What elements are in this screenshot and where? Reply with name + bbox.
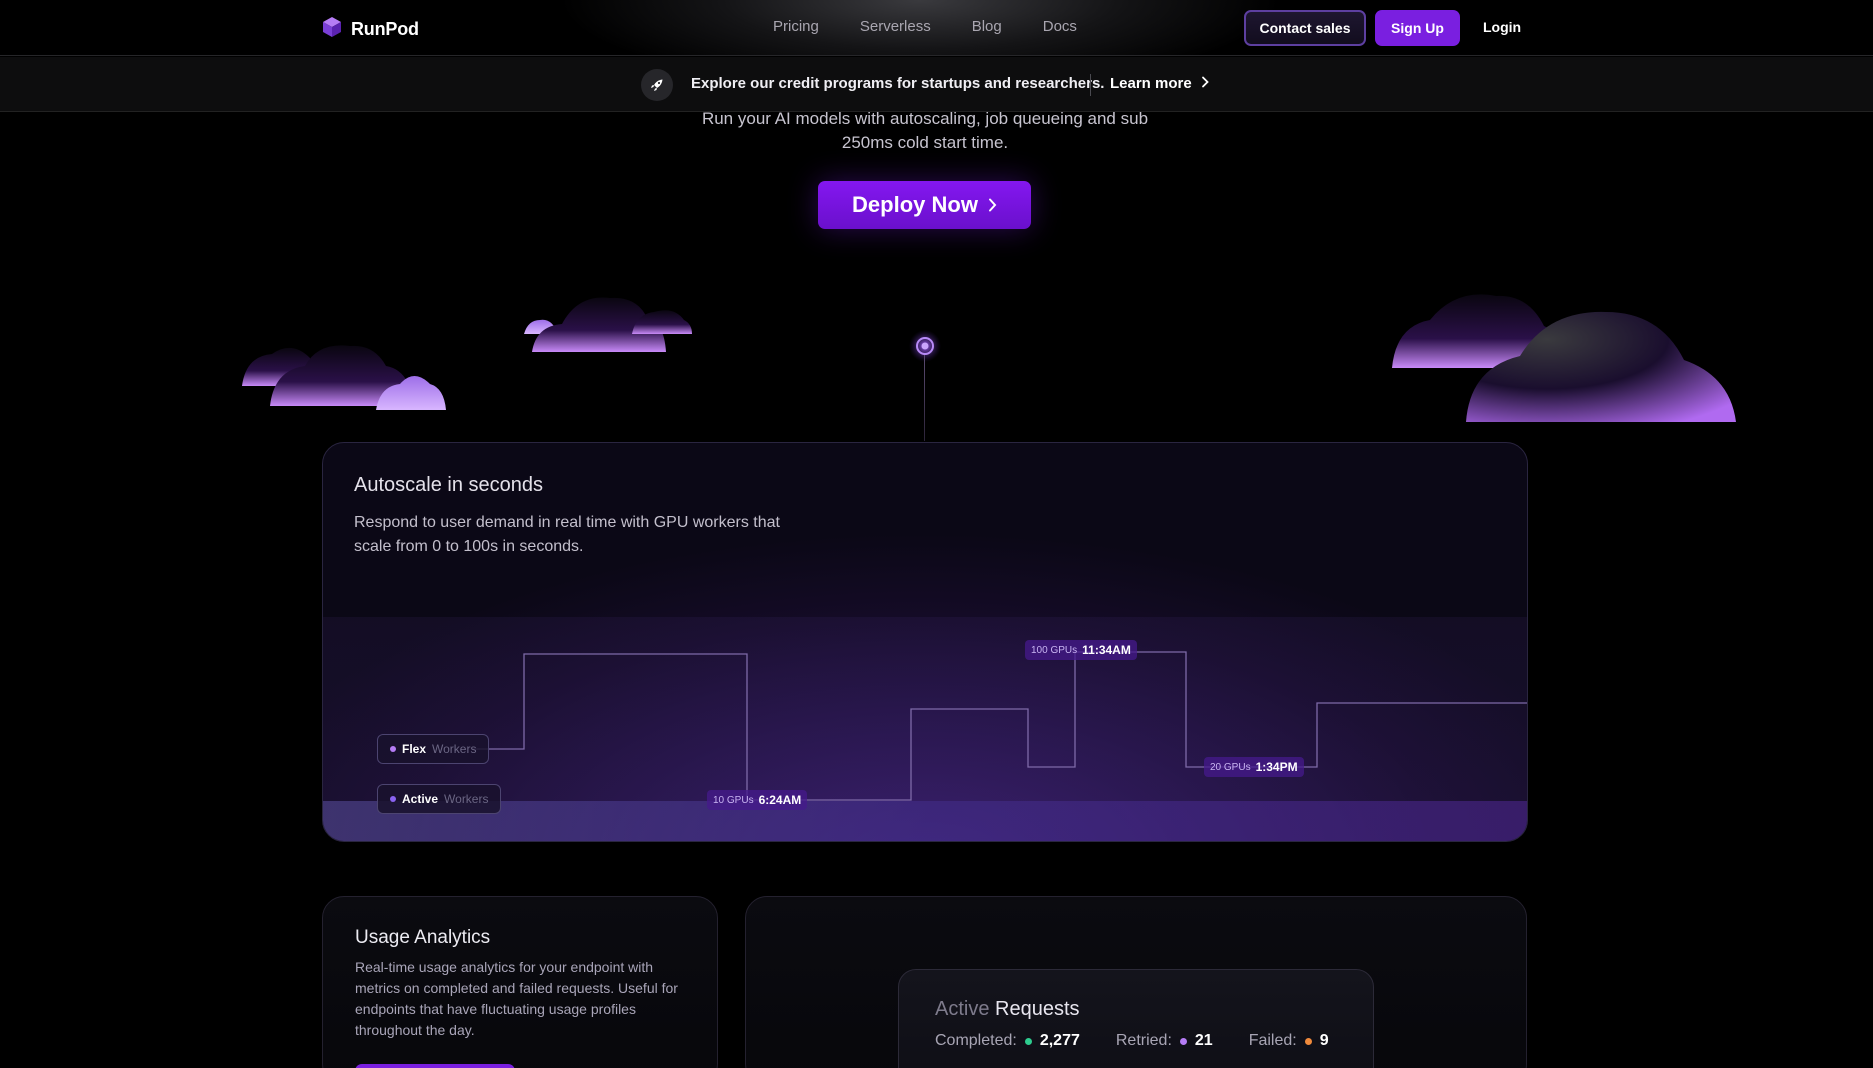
brand-name: RunPod <box>351 19 419 39</box>
gpu-count: 10 GPUs <box>713 794 754 806</box>
usage-description: Real-time usage analytics for your endpo… <box>355 959 678 1038</box>
legend-active-workers: Active Workers <box>377 784 502 814</box>
gpu-count: 100 GPUs <box>1031 644 1078 656</box>
status-dot <box>1024 1037 1032 1045</box>
announcement-banner: Explore our credit programs for startups… <box>0 57 1873 112</box>
gpu-tag-20: 20 GPUs 1:34PM <box>1204 757 1304 777</box>
legend-suffix: Workers <box>432 742 477 756</box>
stat-label: Completed: <box>935 1032 1017 1049</box>
requests-panel: Active Requests Completed: 2,277 Retried… <box>898 969 1374 1068</box>
requests-stats: Completed: 2,277 Retried: 21 Failed: 9 <box>935 1032 1329 1050</box>
stat-failed: Failed: 9 <box>1249 1032 1329 1050</box>
contact-sales-button[interactable]: Contact sales <box>1244 10 1366 46</box>
cube-logo-icon <box>322 16 342 43</box>
nav-links: Pricing Serverless Blog Docs <box>773 18 1077 35</box>
requests-title-dim: Active <box>935 998 990 1020</box>
usage-cta-button[interactable] <box>355 1064 515 1068</box>
rocket-icon <box>641 69 673 101</box>
legend-name: Flex <box>402 742 427 756</box>
chevron-right-icon <box>988 192 997 218</box>
autoscale-card: Autoscale in seconds Respond to user dem… <box>322 442 1528 842</box>
stat-value: 9 <box>1319 1032 1329 1049</box>
nav-link-docs[interactable]: Docs <box>1043 18 1077 35</box>
requests-title-main: Requests <box>995 998 1080 1020</box>
gpu-tag-100: 100 GPUs 11:34AM <box>1025 640 1137 660</box>
connector-line <box>924 355 925 441</box>
login-link[interactable]: Login <box>1483 19 1521 35</box>
status-dot <box>1179 1037 1187 1045</box>
hero-subtitle: Run your AI models with autoscaling, job… <box>701 109 1149 152</box>
sign-up-button[interactable]: Sign Up <box>1375 10 1460 46</box>
usage-title: Usage Analytics <box>355 927 491 948</box>
top-navbar: RunPod Pricing Serverless Blog Docs Cont… <box>0 0 1873 56</box>
chevron-right-icon <box>1201 75 1209 92</box>
deploy-now-label: Deploy Now <box>852 192 978 217</box>
gpu-tag-10: 10 GPUs 6:24AM <box>707 790 808 810</box>
gpu-time: 11:34AM <box>1082 643 1131 657</box>
deploy-now-button[interactable]: Deploy Now <box>818 181 1031 229</box>
banner-divider <box>1090 74 1091 96</box>
brand-logo[interactable]: RunPod <box>322 16 419 43</box>
flex-workers-line <box>471 651 1527 801</box>
autoscale-chart <box>471 651 1527 801</box>
legend-dot <box>390 746 396 752</box>
legend-name: Active <box>402 792 439 806</box>
learn-more-link[interactable]: Learn more <box>1110 75 1209 92</box>
stat-value: 2,277 <box>1039 1032 1080 1049</box>
gpu-time: 1:34PM <box>1255 760 1298 774</box>
active-requests-card: Active Requests Completed: 2,277 Retried… <box>745 896 1527 1068</box>
legend-suffix: Workers <box>444 792 489 806</box>
legend-flex-workers: Flex Workers <box>377 734 490 764</box>
banner-text: Explore our credit programs for startups… <box>691 75 1105 92</box>
stat-value: 21 <box>1194 1032 1213 1049</box>
usage-analytics-card: Usage Analytics Real-time usage analytic… <box>322 896 718 1068</box>
nav-link-serverless[interactable]: Serverless <box>860 18 931 35</box>
stat-retried: Retried: 21 <box>1116 1032 1213 1050</box>
stat-label: Retried: <box>1115 1032 1172 1049</box>
legend-dot <box>390 796 396 802</box>
nav-link-pricing[interactable]: Pricing <box>773 18 819 35</box>
learn-more-label: Learn more <box>1110 75 1192 92</box>
gpu-time: 6:24AM <box>758 793 802 807</box>
stat-label: Failed: <box>1248 1032 1297 1049</box>
requests-title: Active Requests <box>935 998 1080 1021</box>
cloud-illustration <box>242 294 1736 422</box>
gpu-count: 20 GPUs <box>1210 761 1251 773</box>
stat-completed: Completed: 2,277 <box>935 1032 1080 1050</box>
nav-link-blog[interactable]: Blog <box>972 18 1002 35</box>
status-dot <box>1304 1037 1312 1045</box>
